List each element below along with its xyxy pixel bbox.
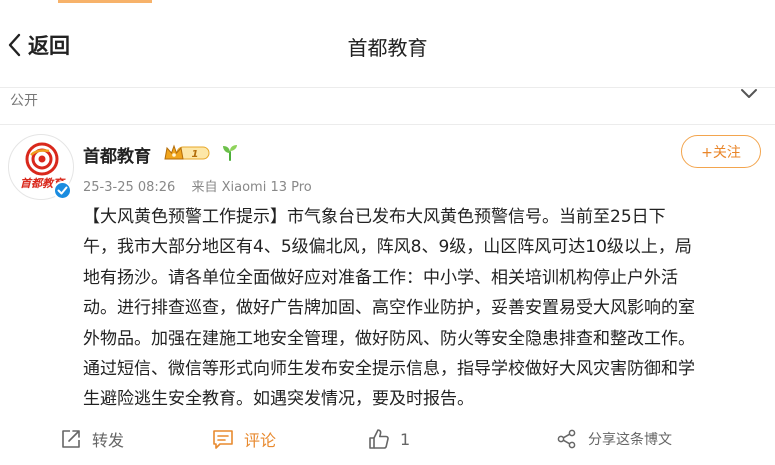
visibility-row[interactable] [0,88,775,128]
post-content-line: 午，我市大部分地区有4、5级偏北风，阵风8、9级，山区阵风可达10级以上，局 [83,237,692,258]
like-button[interactable]: 1 [368,424,410,454]
post-content-line: 生避险逃生安全教育。如遇突发情况，要及时报告。 [83,389,474,410]
post-content-line: 动。进行排查巡查，做好广告牌加固、高空作业防护，妥善安置易受大风影响的室 [83,298,695,319]
verified-badge-icon [53,181,72,200]
thumbs-up-icon [369,429,389,449]
post-timestamp: 25-3-25 08:26 [83,180,176,195]
sprout-icon[interactable] [220,142,240,162]
comment-button[interactable]: 评论 [212,424,276,454]
chevron-down-icon[interactable] [738,86,760,102]
post-meta: 25-3-25 08:26 来自 Xiaomi 13 Pro [83,176,312,195]
action-bar: 转发 评论 1 分享这条博文 [0,424,775,454]
repost-icon [62,430,80,448]
comment-label: 评论 [244,431,277,450]
header-bar: 返回 首都教育 [0,0,775,88]
divider [0,124,775,125]
visibility-label: 公开 [10,93,38,109]
page-title: 首都教育 [347,36,428,60]
like-count: 1 [400,429,411,449]
share-icon [557,429,576,449]
post-content-line: 外物品。加强在建施工地安全管理，做好防风、防火等安全隐患排查和整改工作。 [83,328,695,349]
follow-button[interactable]: +关注 [681,135,761,168]
post-source: 来自 Xiaomi 13 Pro [191,180,312,195]
share-button[interactable]: 分享这条博文 [556,424,672,454]
post-content-line: 【大风黄色预警工作提示】市气象台已发布大风黄色预警信号。当前至25日下 [83,207,666,227]
repost-button[interactable]: 转发 [60,424,124,454]
vip-crown-badge-icon[interactable]: 1 [163,143,211,163]
author-name[interactable]: 首都教育 [83,142,151,167]
post-content-line: 地有扬沙。请各单位全面做好应对准备工作：中小学、相关培训机构停止户外活 [83,267,678,288]
post-content: 【大风黄色预警工作提示】市气象台已发布大风黄色预警信号。当前至25日下 午，我市… [83,202,771,415]
vip-level: 1 [192,149,199,160]
repost-label: 转发 [92,431,125,450]
comment-icon [213,430,233,449]
post-content-line: 通过短信、微信等形式向师生发布安全提示信息，指导学校做好大风灾害防御和学 [83,359,695,380]
share-label: 分享这条博文 [588,432,672,448]
